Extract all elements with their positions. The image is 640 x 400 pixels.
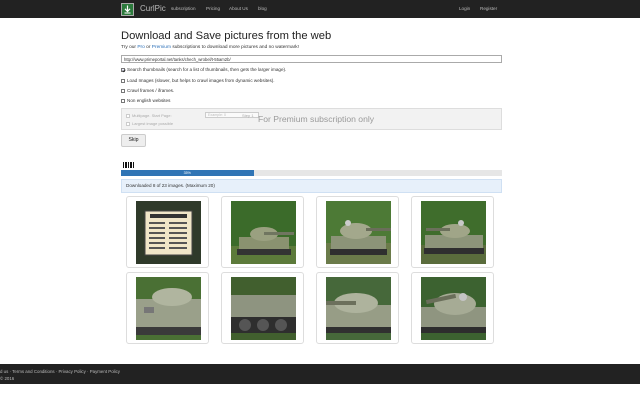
skip-button[interactable]: Skip [121,134,146,147]
intro-suffix: subscriptions to download more pictures … [172,45,299,50]
option-search-thumbnails[interactable]: Search thumbnails (search for a list of … [121,67,286,72]
intro-prefix: Try our [121,45,137,50]
download-icon[interactable] [121,3,134,16]
thumbnail-6[interactable] [221,272,304,344]
thumbnail-1[interactable] [126,196,209,268]
thumbnail-2[interactable] [221,196,304,268]
download-status: Downloaded 8 of 23 images. (Maximum 20) [121,179,502,193]
tank-track-image [231,277,296,340]
nav-link-pricing[interactable]: Pricing [206,6,220,11]
option-label: Search thumbnails (search for a list of … [127,67,287,72]
tank-top-image [421,277,486,340]
intro-text: Try our Pro or Premium subscriptions to … [121,45,299,50]
thumbnail-5[interactable] [126,272,209,344]
thumbnail-3[interactable] [316,196,399,268]
tank-gun-image [326,277,391,340]
load-images-checkbox[interactable] [121,78,125,83]
step-value: 1 [251,113,254,118]
progress-label: 35% [183,171,191,175]
search-thumbnails-checkbox[interactable] [121,67,125,72]
multipage-label: Multipage. Start Page: [126,113,172,118]
plaque-image [136,201,201,264]
multipage-checkbox [126,113,130,118]
nav-link-login[interactable]: Login [459,6,470,11]
option-non-english[interactable]: Non english websites [121,98,170,103]
footer-links[interactable]: d us · Terms and Conditions · Privacy Po… [0,369,120,374]
largest-image-option: Largest image possible [126,121,173,126]
largest-image-checkbox [126,121,130,126]
url-input[interactable]: http://www.primeportal.net/tanks/chech_w… [121,55,502,63]
crawl-frames-checkbox[interactable] [121,88,125,93]
nav-link-about-us[interactable]: About Us [229,6,248,11]
option-load-images[interactable]: Load Images (slower, but helps to crawl … [121,78,275,83]
intro-middle: or [146,45,151,50]
footer: d us · Terms and Conditions · Privacy Po… [0,364,640,384]
tank-front-image [231,201,296,264]
option-label: Non english websites [127,98,171,103]
progress-bar: 35% [121,170,502,176]
nav-link-blog[interactable]: blog [258,6,267,11]
thumbnail-7[interactable] [316,272,399,344]
tank-side-image [421,201,486,264]
option-label: Load Images (slower, but helps to crawl … [127,78,275,83]
premium-link[interactable]: Premium [152,45,171,50]
premium-only-notice: For Premium subscription only [258,114,375,124]
top-navbar: CurlPic subscription Pricing About Us bl… [0,0,640,18]
tank-turret-image [326,201,391,264]
brand-name[interactable]: CurlPic [140,4,166,13]
thumbnail-4[interactable] [411,196,494,268]
nav-link-subscription[interactable]: subscription [171,6,196,11]
option-crawl-frames[interactable]: Crawl frames / iframes. [121,88,174,93]
step-label: Step 1 [242,113,254,118]
nav-link-register[interactable]: Register [480,6,497,11]
premium-options-panel: Multipage. Start Page: Example: 0 Step 1… [121,108,502,130]
pro-link[interactable]: Pro [137,45,144,50]
option-label: Crawl frames / iframes. [127,88,175,93]
tank-hull-image [136,277,201,340]
non-english-checkbox[interactable] [121,98,125,103]
page-title: Download and Save pictures from the web [121,30,332,42]
thumbnail-8[interactable] [411,272,494,344]
copyright: © 2016 [0,376,15,381]
